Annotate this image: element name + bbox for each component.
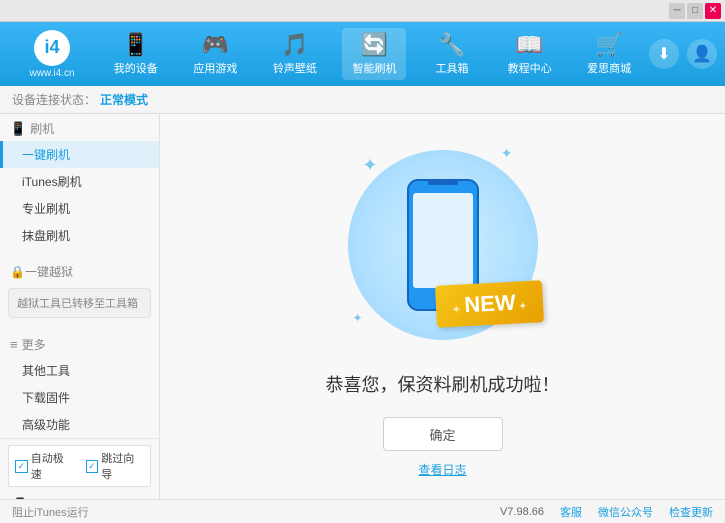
version-text: V7.98.66: [500, 506, 544, 518]
nav-item-tutorial[interactable]: 📖 教程中心: [498, 28, 562, 80]
main-area: 📱 刷机 一键刷机 iTunes刷机 专业刷机 抹盘刷机 🔒 一键越狱 越狱工具…: [0, 114, 725, 499]
apps-games-icon: 🎮: [202, 32, 229, 58]
device-name: 📱 iPhone 12 mini: [12, 497, 147, 499]
tutorial-icon: 📖: [516, 32, 543, 58]
pro-flash-label: 专业刷机: [22, 202, 70, 216]
ringtone-icon: 🎵: [281, 32, 308, 58]
jailbreak-section-label: 一键越狱: [25, 263, 73, 280]
bottom-bar: 阻止iTunes运行 V7.98.66 客服 微信公众号 检查更新: [0, 499, 725, 523]
more-section-icon: ≡: [10, 337, 18, 352]
success-text: 恭喜您，保资料刷机成功啦！: [326, 371, 560, 397]
bottom-bar-right: V7.98.66 客服 微信公众号 检查更新: [500, 504, 713, 520]
wipe-flash-label: 抹盘刷机: [22, 229, 70, 243]
my-device-icon: 📱: [122, 32, 149, 58]
download-button[interactable]: ⬇: [649, 39, 679, 69]
auto-update-check-icon: ✓: [15, 460, 28, 473]
sidebar-item-wipe-flash[interactable]: 抹盘刷机: [0, 222, 159, 249]
nav-items: 📱 我的设备 🎮 应用游戏 🎵 铃声壁纸 🔄 智能刷机 🔧 工具箱 📖 教程中心…: [96, 28, 649, 80]
nav-label-apps-games: 应用游戏: [193, 60, 237, 76]
stop-itunes-link[interactable]: 阻止iTunes运行: [12, 504, 89, 520]
more-section-label: 更多: [22, 336, 46, 353]
locked-notice-text: 越狱工具已转移至工具箱: [17, 298, 138, 310]
smart-shop-icon: 🔄: [361, 32, 388, 58]
sidebar-item-advanced[interactable]: 高级功能: [0, 411, 159, 438]
flash-section-label: 刷机: [30, 120, 54, 137]
one-click-flash-label: 一键刷机: [22, 148, 70, 162]
nav-label-smart-shop: 智能刷机: [352, 60, 396, 76]
other-tools-label: 其他工具: [22, 364, 70, 378]
status-value: 正常模式: [100, 91, 148, 108]
status-bar: 设备连接状态： 正常模式: [0, 86, 725, 114]
nav-item-ringtone[interactable]: 🎵 铃声壁纸: [263, 28, 327, 80]
bottom-bar-left: 阻止iTunes运行: [12, 504, 89, 520]
sidebar-locked-notice: 越狱工具已转移至工具箱: [8, 288, 151, 318]
check-update-link[interactable]: 检查更新: [669, 504, 713, 520]
device-phone-icon: 📱: [12, 497, 28, 499]
nav-right-buttons: ⬇ 👤: [649, 39, 717, 69]
sidebar-section-more: ≡ 更多: [0, 330, 159, 357]
nav-label-store: 爱思商城: [587, 60, 631, 76]
user-button[interactable]: 👤: [687, 39, 717, 69]
sparkle-icon-3: ✦: [353, 311, 363, 325]
checkbox-row: ✓ 自动极速 ✓ 跳过向导: [8, 445, 151, 487]
logo-icon: i4: [34, 30, 70, 66]
title-bar: ─ □ ✕: [0, 0, 725, 22]
sidebar-item-pro-flash[interactable]: 专业刷机: [0, 195, 159, 222]
advanced-label: 高级功能: [22, 418, 70, 432]
store-icon: 🛒: [595, 32, 622, 58]
nav-item-store[interactable]: 🛒 爱思商城: [577, 28, 641, 80]
nav-item-toolbox[interactable]: 🔧 工具箱: [422, 28, 482, 80]
nav-item-apps-games[interactable]: 🎮 应用游戏: [183, 28, 247, 80]
device-name-text: iPhone 12 mini: [32, 498, 124, 500]
sidebar-item-one-click-flash[interactable]: 一键刷机: [0, 141, 159, 168]
phone-illustration: ✦ ✦ ✦ NEW: [333, 135, 553, 355]
nav-label-toolbox: 工具箱: [436, 60, 469, 76]
nav-label-my-device: 我的设备: [114, 60, 158, 76]
auto-update-checkbox[interactable]: ✓ 自动极速: [15, 450, 74, 482]
wechat-link[interactable]: 微信公众号: [598, 504, 653, 520]
nav-item-my-device[interactable]: 📱 我的设备: [104, 28, 168, 80]
download-firmware-label: 下载固件: [22, 391, 70, 405]
skip-wizard-label: 跳过向导: [101, 450, 144, 482]
sidebar-section-jailbreak: 🔒 一键越狱: [0, 257, 159, 284]
auto-update-label: 自动极速: [31, 450, 74, 482]
sidebar: 📱 刷机 一键刷机 iTunes刷机 专业刷机 抹盘刷机 🔒 一键越狱 越狱工具…: [0, 114, 160, 499]
flash-section-icon: 📱: [10, 121, 26, 137]
secondary-link[interactable]: 查看日志: [418, 461, 466, 478]
nav-label-tutorial: 教程中心: [508, 60, 552, 76]
skip-wizard-checkbox[interactable]: ✓ 跳过向导: [86, 450, 145, 482]
status-label: 设备连接状态：: [12, 91, 96, 108]
skip-wizard-check-icon: ✓: [86, 460, 99, 473]
toolbox-icon: 🔧: [438, 32, 465, 58]
lock-icon: 🔒: [10, 265, 25, 279]
sidebar-section-flash: 📱 刷机: [0, 114, 159, 141]
itunes-flash-label: iTunes刷机: [22, 175, 82, 189]
customer-service-link[interactable]: 客服: [560, 504, 582, 520]
close-button[interactable]: ✕: [705, 3, 721, 19]
sidebar-item-other-tools[interactable]: 其他工具: [0, 357, 159, 384]
device-item: 📱 iPhone 12 mini 64GB Down-12mini-13,1: [8, 491, 151, 499]
top-nav: i4 www.i4.cn 📱 我的设备 🎮 应用游戏 🎵 铃声壁纸 🔄 智能刷机…: [0, 22, 725, 86]
logo-area: i4 www.i4.cn: [8, 30, 96, 79]
confirm-button[interactable]: 确定: [383, 417, 503, 451]
logo-subtitle: www.i4.cn: [29, 68, 74, 79]
sidebar-item-itunes-flash[interactable]: iTunes刷机: [0, 168, 159, 195]
sparkle-icon-2: ✦: [501, 145, 513, 162]
new-badge: NEW: [435, 280, 544, 328]
content-area: ✦ ✦ ✦ NEW 恭喜您，保资料刷机成功啦！ 确定 查看日志: [160, 114, 725, 499]
nav-label-ringtone: 铃声壁纸: [273, 60, 317, 76]
sidebar-item-download-firmware[interactable]: 下载固件: [0, 384, 159, 411]
maximize-button[interactable]: □: [687, 3, 703, 19]
nav-item-smart-shop[interactable]: 🔄 智能刷机: [342, 28, 406, 80]
sparkle-icon-1: ✦: [363, 155, 378, 176]
sidebar-footer: ✓ 自动极速 ✓ 跳过向导 📱 iPhone 12 mini 64GB Down…: [0, 438, 159, 499]
minimize-button[interactable]: ─: [669, 3, 685, 19]
